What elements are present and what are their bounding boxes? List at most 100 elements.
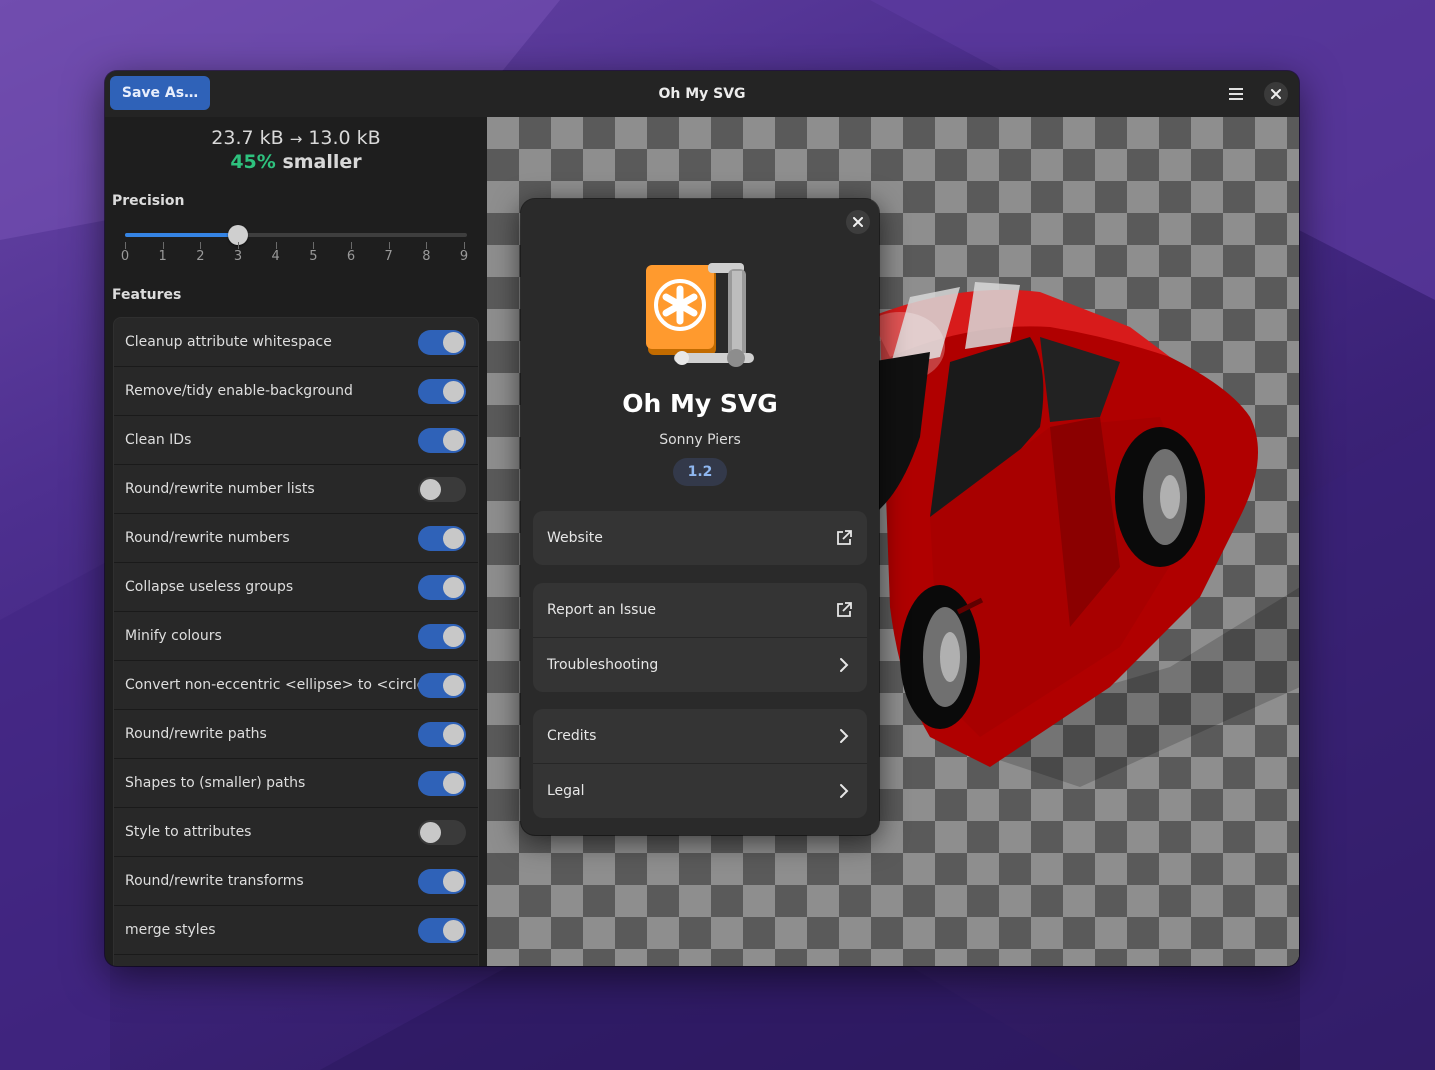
feature-row[interactable]: merge styles [114,906,478,955]
about-dialog: Oh My SVG Sonny Piers 1.2 Website Report… [521,199,879,835]
feature-label: Round/rewrite transforms [125,873,304,889]
slider-tick-label: 3 [233,249,243,264]
chevron-right-icon [833,725,855,747]
about-group-support: Report an Issue Troubleshooting [533,583,867,692]
about-app-name: Oh My SVG [622,389,778,418]
original-size: 23.7 kB [211,127,284,149]
feature-toggle-switch[interactable] [418,673,466,698]
switch-knob [443,577,464,598]
switch-knob [443,871,464,892]
feature-row[interactable]: Minify colours [114,612,478,661]
hamburger-menu-icon[interactable] [1222,81,1250,107]
switch-knob [443,920,464,941]
external-link-icon [833,527,855,549]
version-badge[interactable]: 1.2 [673,458,727,486]
feature-label: Cleanup attribute whitespace [125,334,332,350]
feature-row[interactable]: Shapes to (smaller) paths [114,759,478,808]
headerbar: Save As… Oh My SVG [105,71,1299,118]
feature-toggle-switch[interactable] [418,918,466,943]
row-legal[interactable]: Legal [533,764,867,818]
row-report-issue[interactable]: Report an Issue [533,583,867,638]
slider-tick [275,242,277,249]
switch-knob [443,724,464,745]
slider-tick-label: 7 [384,249,393,264]
feature-row[interactable]: Round/rewrite number lists [114,465,478,514]
feature-toggle-switch[interactable] [418,820,466,845]
row-label: Troubleshooting [547,657,659,673]
precision-label: Precision [112,193,185,209]
switch-knob [443,430,464,451]
feature-toggle-switch[interactable] [418,330,466,355]
feature-toggle-switch[interactable] [418,722,466,747]
feature-toggle-switch[interactable] [418,526,466,551]
feature-toggle-switch[interactable] [418,771,466,796]
slider-tick [125,242,126,249]
feature-toggle-switch[interactable] [418,428,466,453]
switch-knob [443,626,464,647]
feature-row[interactable]: Convert non-eccentric <ellipse> to <circ… [114,661,478,710]
features-list: Cleanup attribute whitespace Remove/tidy … [113,317,479,966]
slider-trough[interactable] [125,233,467,237]
feature-toggle-switch[interactable] [418,379,466,404]
app-window: Save As… Oh My SVG 23.7 kB → 13.0 kB 45%… [105,71,1299,966]
feature-toggle-switch[interactable] [418,869,466,894]
slider-tick [162,242,164,249]
feature-toggle-switch[interactable] [418,624,466,649]
close-icon [1271,89,1281,99]
oh-my-svg-app-icon [646,263,754,367]
feature-row[interactable]: Remove/tidy enable-background [114,367,478,416]
window-close-button[interactable] [1264,82,1288,106]
chevron-right-icon [833,654,855,676]
feature-label: Round/rewrite paths [125,726,267,742]
slider-tick-label: 8 [422,249,431,264]
feature-toggle-switch[interactable] [418,477,466,502]
switch-knob [443,773,464,794]
feature-label: Round/rewrite number lists [125,481,315,497]
reduction-percent: 45% [230,151,276,173]
row-troubleshooting[interactable]: Troubleshooting [533,638,867,692]
reduction-suffix: smaller [282,151,362,173]
row-label: Report an Issue [547,602,656,618]
feature-label: Convert non-eccentric <ellipse> to <circ… [125,677,438,693]
about-group-website: Website [533,511,867,565]
slider-tick-label: 5 [309,249,318,264]
arrow-icon: → [289,130,303,148]
slider-tick [351,242,352,249]
slider-tick [200,242,202,249]
feature-row[interactable]: Collapse useless groups [114,563,478,612]
slider-tick [464,242,465,249]
slider-tick [426,242,428,249]
feature-row[interactable]: Style to attributes [114,808,478,857]
feature-row[interactable]: Clean IDs [114,416,478,465]
switch-knob [443,528,464,549]
feature-label: Clean IDs [125,432,192,448]
slider-tick-label: 6 [346,249,356,264]
row-website[interactable]: Website [533,511,867,565]
switch-knob [420,822,441,843]
chevron-right-icon [833,780,855,802]
about-close-button[interactable] [846,210,870,234]
switch-knob [443,381,464,402]
feature-row[interactable]: Round/rewrite numbers [114,514,478,563]
switch-knob [443,332,464,353]
feature-toggle-switch[interactable] [418,575,466,600]
svg-preview-canvas: Oh My SVG Sonny Piers 1.2 Website Report… [487,117,1299,966]
close-icon [853,217,863,227]
row-credits[interactable]: Credits [533,709,867,764]
window-title: Oh My SVG [658,86,746,102]
feature-row[interactable]: Cleanup attribute whitespace [114,318,478,367]
feature-row[interactable] [114,955,478,966]
slider-tick-label: 0 [120,249,130,264]
external-link-icon [833,599,855,621]
size-reduction: 45% smaller [105,151,487,173]
feature-label: Style to attributes [125,824,252,840]
feature-row[interactable]: Round/rewrite transforms [114,857,478,906]
feature-label: Remove/tidy enable-background [125,383,353,399]
slider-tick [313,242,315,249]
slider-tick-label: 2 [196,249,205,264]
car-svg-preview [870,282,1299,787]
features-label: Features [112,287,182,303]
slider-tick [238,242,239,249]
about-group-legal: Credits Legal [533,709,867,818]
feature-row[interactable]: Round/rewrite paths [114,710,478,759]
